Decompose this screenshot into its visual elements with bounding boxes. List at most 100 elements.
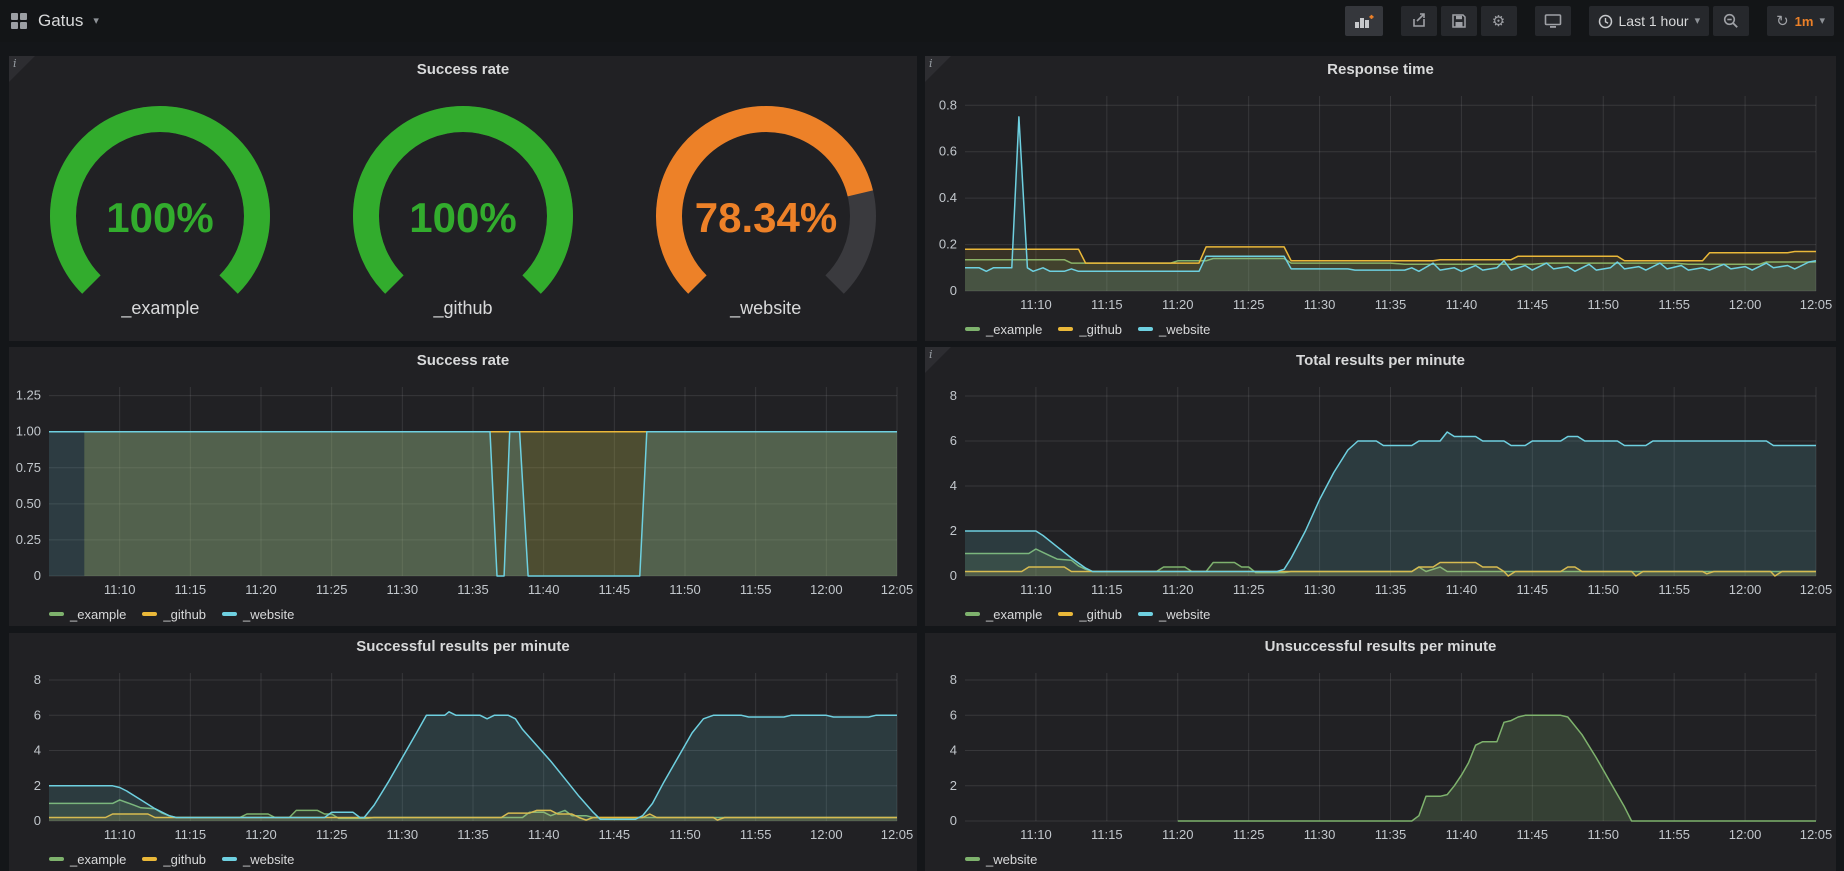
svg-text:8: 8 (950, 388, 957, 403)
legend-swatch (222, 857, 237, 861)
legend-swatch (142, 612, 157, 616)
refresh-picker[interactable]: ↻ 1m ▾ (1767, 6, 1834, 36)
add-panel-button[interactable] (1345, 6, 1383, 36)
refresh-caret-icon: ▾ (1819, 16, 1825, 27)
svg-text:11:10: 11:10 (1020, 827, 1052, 842)
legend-item-_website[interactable]: _website (1138, 322, 1210, 337)
svg-text:11:30: 11:30 (387, 827, 419, 842)
svg-text:11:30: 11:30 (1304, 297, 1336, 312)
svg-text:0: 0 (34, 813, 41, 828)
legend-swatch (142, 857, 157, 861)
share-button[interactable] (1401, 6, 1437, 36)
svg-text:11:15: 11:15 (1091, 827, 1123, 842)
svg-text:0: 0 (950, 283, 957, 298)
panel-info-icon[interactable]: i (9, 56, 35, 82)
svg-text:0.50: 0.50 (16, 496, 41, 511)
svg-text:11:45: 11:45 (1517, 827, 1549, 842)
legend-item-_github[interactable]: _github (1058, 322, 1122, 337)
dashboard-caret-icon[interactable]: ▾ (93, 16, 99, 27)
response-time-chart[interactable]: 11:1011:1511:2011:2511:3011:3511:4011:45… (925, 84, 1836, 317)
total-results-chart[interactable]: 11:1011:1511:2011:2511:3011:3511:4011:45… (925, 375, 1836, 602)
legend-swatch (222, 612, 237, 616)
svg-text:11:15: 11:15 (175, 827, 207, 842)
legend-label: _website (986, 852, 1037, 867)
svg-text:11:55: 11:55 (740, 582, 772, 597)
legend-item-_example[interactable]: _example (965, 607, 1042, 622)
legend-item-_example[interactable]: _example (49, 607, 126, 622)
time-range-picker[interactable]: Last 1 hour ▾ (1589, 6, 1710, 36)
svg-text:11:10: 11:10 (1020, 297, 1052, 312)
legend: _example _github _website (925, 602, 1836, 626)
svg-text:11:35: 11:35 (1375, 582, 1407, 597)
svg-text:11:45: 11:45 (1517, 297, 1549, 312)
legend-item-_github[interactable]: _github (142, 607, 206, 622)
legend-item-_website[interactable]: _website (222, 607, 294, 622)
panel-title[interactable]: Total results per minute (925, 347, 1836, 375)
panel-title[interactable]: Success rate (9, 347, 917, 375)
legend-item-_website[interactable]: _website (965, 852, 1037, 867)
clock-icon (1598, 14, 1613, 29)
svg-text:11:55: 11:55 (740, 827, 772, 842)
refresh-interval-label: 1m (1795, 14, 1814, 29)
panel-title[interactable]: Successful results per minute (9, 633, 917, 661)
svg-text:11:45: 11:45 (599, 582, 631, 597)
save-button[interactable] (1441, 6, 1477, 36)
svg-text:11:25: 11:25 (316, 582, 348, 597)
legend: _example _github _website (9, 602, 917, 626)
dashboard-title[interactable]: Gatus (38, 11, 83, 31)
svg-text:8: 8 (34, 672, 41, 687)
gauge-label: _github (433, 298, 492, 319)
successful-results-chart[interactable]: 11:1011:1511:2011:2511:3011:3511:4011:45… (9, 661, 917, 847)
legend-label: _github (1079, 607, 1122, 622)
svg-text:11:50: 11:50 (669, 827, 701, 842)
gauge-label: _website (730, 298, 801, 319)
svg-text:0: 0 (950, 568, 957, 583)
gauge-_github: 100% _github (312, 84, 615, 341)
zoom-out-icon (1723, 13, 1739, 29)
panel-title[interactable]: Success rate (9, 56, 917, 84)
apps-grid-icon[interactable] (10, 12, 28, 30)
legend-swatch (1138, 327, 1153, 331)
legend: _example _github _website (9, 847, 917, 871)
svg-text:11:10: 11:10 (1020, 582, 1052, 597)
success-rate-chart[interactable]: 11:1011:1511:2011:2511:3011:3511:4011:45… (9, 375, 917, 602)
legend-item-_website[interactable]: _website (222, 852, 294, 867)
svg-text:11:25: 11:25 (1233, 827, 1265, 842)
panel-info-icon[interactable]: i (925, 347, 951, 373)
legend: _website (925, 847, 1836, 871)
svg-text:11:20: 11:20 (245, 582, 277, 597)
svg-text:11:25: 11:25 (1233, 297, 1265, 312)
svg-text:12:05: 12:05 (1800, 827, 1833, 842)
unsuccessful-results-chart[interactable]: 11:1011:1511:2011:2511:3011:3511:4011:45… (925, 661, 1836, 847)
svg-text:11:35: 11:35 (1375, 297, 1407, 312)
svg-text:1.00: 1.00 (16, 424, 41, 439)
legend-item-_example[interactable]: _example (965, 322, 1042, 337)
zoom-out-button[interactable] (1713, 6, 1749, 36)
svg-text:11:15: 11:15 (175, 582, 207, 597)
svg-text:11:50: 11:50 (1587, 827, 1619, 842)
tv-mode-icon (1544, 13, 1562, 29)
panel-success-rate-gauges: i Success rate 100%_example100%_github78… (9, 56, 917, 341)
svg-text:11:10: 11:10 (104, 827, 136, 842)
svg-text:0.2: 0.2 (939, 237, 957, 252)
panel-info-icon[interactable]: i (925, 56, 951, 82)
panel-title[interactable]: Unsuccessful results per minute (925, 633, 1836, 661)
gauge-value: 78.34% (694, 194, 836, 241)
tv-mode-button[interactable] (1535, 6, 1571, 36)
panel-title[interactable]: Response time (925, 56, 1836, 84)
legend-swatch (1058, 327, 1073, 331)
svg-text:0: 0 (34, 568, 41, 583)
legend-item-_example[interactable]: _example (49, 852, 126, 867)
settings-button[interactable]: ⚙ (1481, 6, 1517, 36)
svg-text:11:35: 11:35 (457, 827, 489, 842)
legend: _example _github _website (925, 317, 1836, 341)
gauge-value: 100% (409, 194, 516, 241)
svg-text:2: 2 (950, 523, 957, 538)
gauge-row: 100%_example100%_github78.34%_website (9, 84, 917, 341)
panel-success-rate-graph: Success rate 11:1011:1511:2011:2511:3011… (9, 347, 917, 626)
legend-item-_github[interactable]: _github (1058, 607, 1122, 622)
legend-label: _example (70, 852, 126, 867)
legend-item-_website[interactable]: _website (1138, 607, 1210, 622)
legend-label: _website (1159, 322, 1210, 337)
legend-item-_github[interactable]: _github (142, 852, 206, 867)
